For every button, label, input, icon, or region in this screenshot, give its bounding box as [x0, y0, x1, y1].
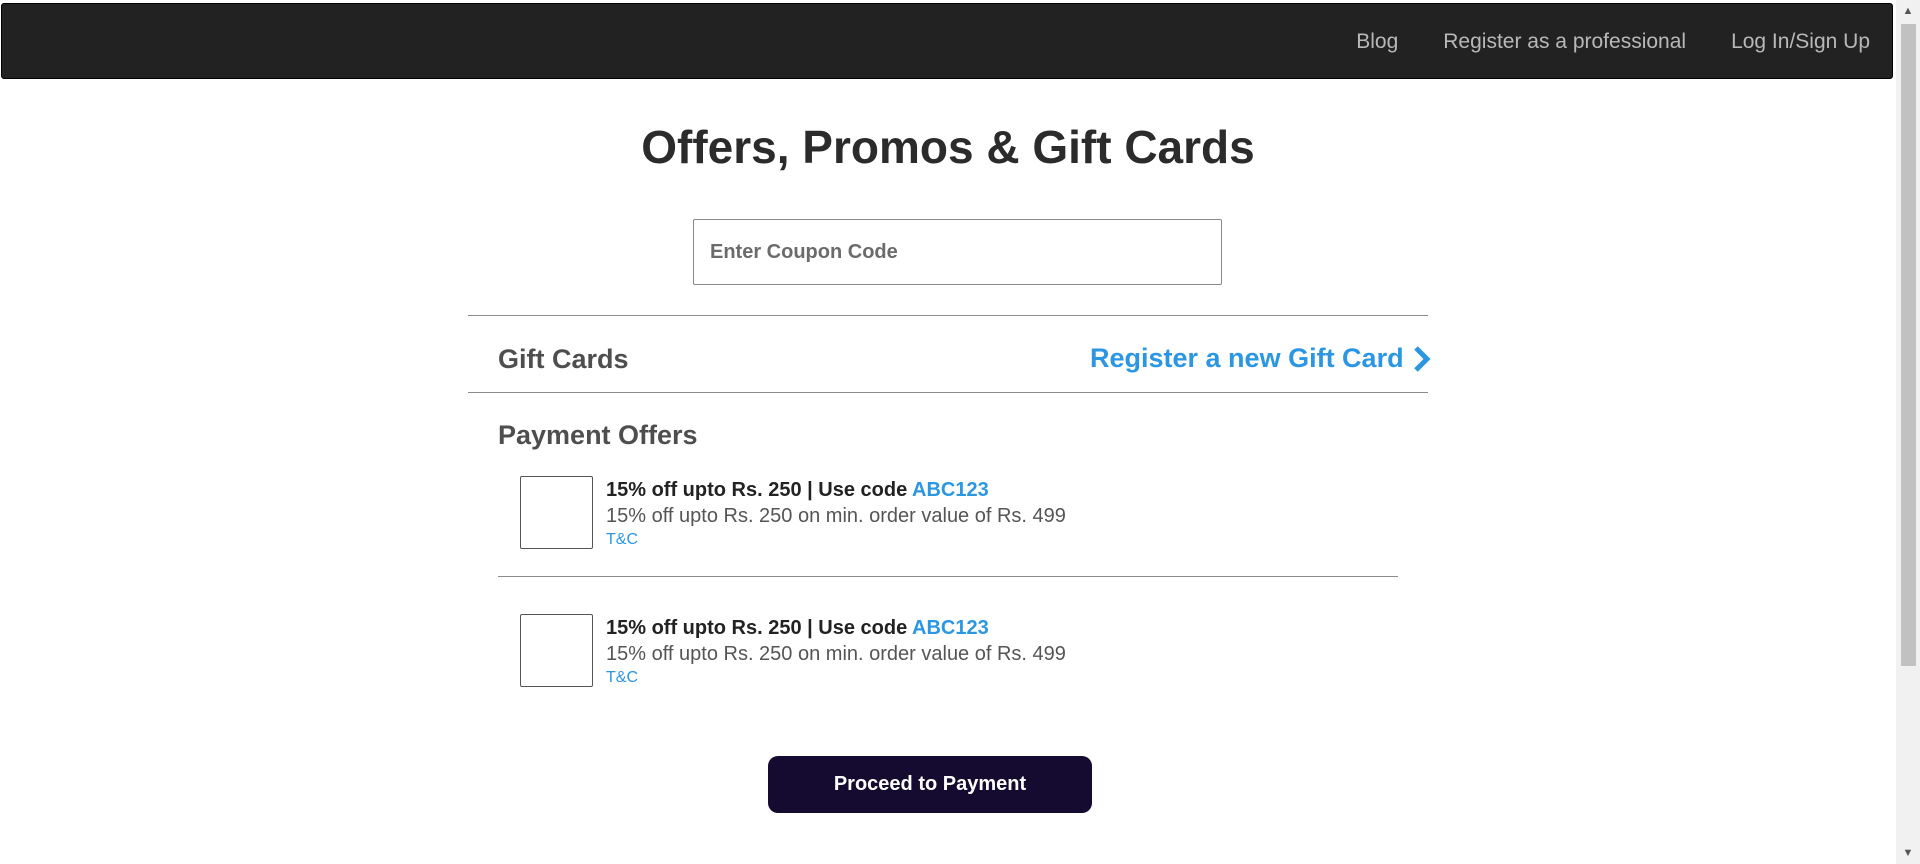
offer-code: ABC123 — [912, 617, 989, 639]
offer-text: 15% off upto Rs. 250 | Use code ABC123 1… — [606, 477, 1066, 551]
offer-title: 15% off upto Rs. 250 | Use code ABC123 — [606, 615, 1066, 641]
page-title: Offers, Promos & Gift Cards — [641, 121, 1255, 173]
offer-description: 15% off upto Rs. 250 on min. order value… — [606, 505, 1066, 527]
scroll-up-arrow-icon[interactable]: ▲ — [1896, 0, 1920, 22]
offer-tc-link[interactable]: T&C — [606, 669, 638, 686]
offer-description: 15% off upto Rs. 250 on min. order value… — [606, 643, 1066, 665]
register-gift-card-link[interactable]: Register a new Gift Card — [1090, 343, 1432, 374]
offer-text: 15% off upto Rs. 250 | Use code ABC123 1… — [606, 615, 1066, 689]
offer-title-text: 15% off upto Rs. 250 | Use code — [606, 479, 913, 501]
offer-tc-link[interactable]: T&C — [606, 531, 638, 548]
chevron-right-icon — [1412, 345, 1432, 373]
offer-code: ABC123 — [912, 479, 989, 501]
top-nav: Blog Register as a professional Log In/S… — [1356, 4, 1870, 80]
page: Blog Register as a professional Log In/S… — [0, 0, 1920, 864]
divider-gift-cards — [468, 392, 1428, 393]
scroll-down-arrow-icon[interactable]: ▼ — [1896, 842, 1920, 864]
payment-offers-heading: Payment Offers — [498, 420, 698, 450]
offer-checkbox[interactable] — [520, 476, 593, 549]
offer-item: 15% off upto Rs. 250 | Use code ABC123 1… — [520, 614, 1066, 689]
scrollbar-thumb[interactable] — [1901, 24, 1916, 666]
divider-top — [468, 315, 1428, 316]
gift-cards-heading: Gift Cards — [498, 344, 629, 374]
nav-link-register-professional[interactable]: Register as a professional — [1443, 30, 1686, 54]
coupon-code-input[interactable] — [693, 219, 1222, 285]
offer-title: 15% off upto Rs. 250 | Use code ABC123 — [606, 477, 1066, 503]
vertical-scrollbar[interactable]: ▲ ▼ — [1896, 0, 1920, 864]
divider-offers — [498, 576, 1398, 577]
proceed-to-payment-button[interactable]: Proceed to Payment — [768, 756, 1092, 813]
offer-item: 15% off upto Rs. 250 | Use code ABC123 1… — [520, 476, 1066, 551]
offer-title-text: 15% off upto Rs. 250 | Use code — [606, 617, 913, 639]
register-gift-card-label: Register a new Gift Card — [1090, 343, 1404, 373]
offer-checkbox[interactable] — [520, 614, 593, 687]
nav-link-blog[interactable]: Blog — [1356, 30, 1398, 54]
nav-link-login-signup[interactable]: Log In/Sign Up — [1731, 30, 1870, 54]
top-navbar: Blog Register as a professional Log In/S… — [1, 3, 1893, 79]
